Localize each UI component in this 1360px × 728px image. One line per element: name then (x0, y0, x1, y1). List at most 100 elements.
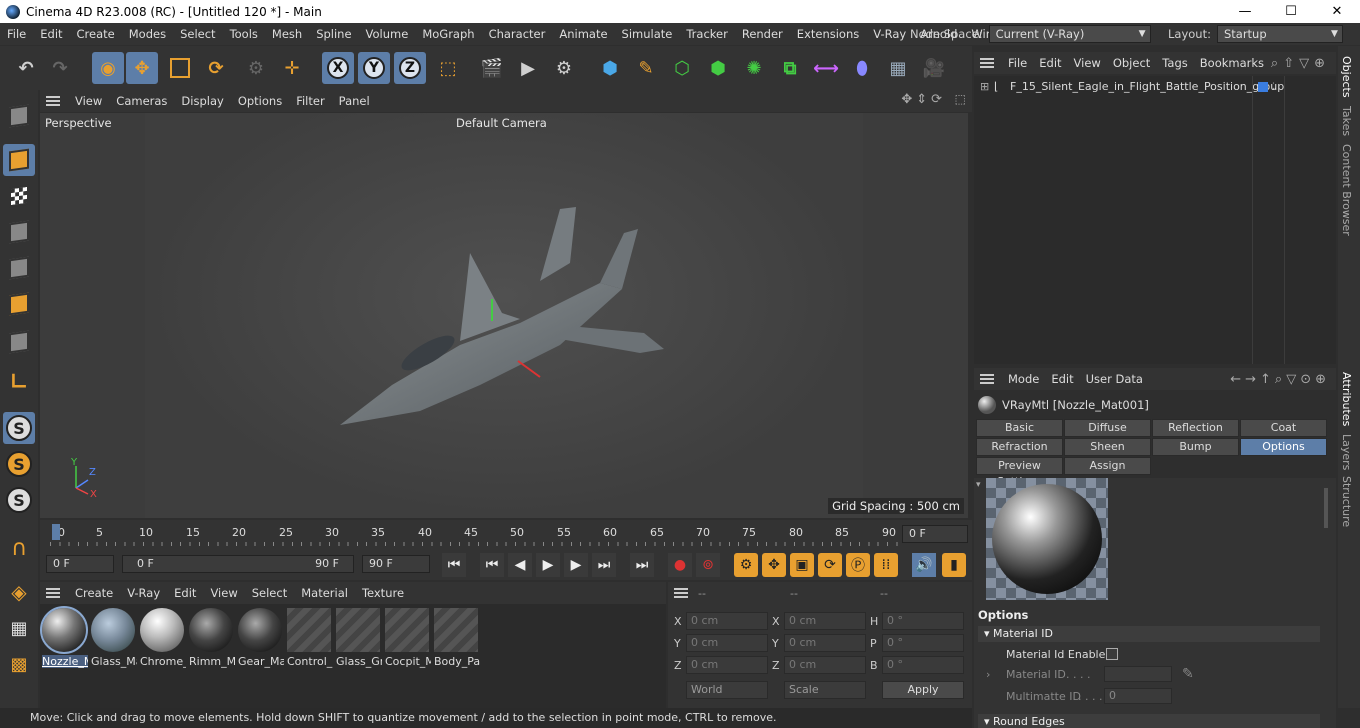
coordinate-mode-select[interactable]: Scale (784, 681, 866, 699)
material-swatch[interactable]: Gear_Ma (238, 608, 284, 670)
uv-mode-button[interactable] (3, 326, 35, 358)
texture-mode-button[interactable] (3, 180, 35, 212)
menu-vray[interactable]: V-Ray (866, 27, 913, 41)
tab-bump[interactable]: Bump (1152, 438, 1239, 456)
rotation-h-field[interactable]: 0 ° (882, 612, 964, 630)
obj-menu-object[interactable]: Object (1107, 56, 1156, 70)
live-selection-button[interactable]: ◉ (92, 52, 124, 84)
menu-mesh[interactable]: Mesh (265, 27, 309, 41)
obj-menu-bookmarks[interactable]: Bookmarks (1194, 56, 1270, 70)
mat-menu-select[interactable]: Select (245, 586, 294, 600)
edge-mode-button[interactable] (3, 252, 35, 284)
solo-button[interactable]: S (3, 412, 35, 444)
attribute-nav-icons[interactable]: ←→↑⌕▽⊙⊕ (1230, 372, 1330, 387)
subdivision-button[interactable]: ⬡ (666, 52, 698, 84)
menu-tools[interactable]: Tools (223, 27, 265, 41)
object-row[interactable]: ⊞ ⌊ F_15_Silent_Eagle_in_Flight_Battle_P… (974, 78, 1336, 96)
timeline-ruler[interactable]: 0 5 10 15 20 25 30 35 40 45 50 55 60 65 … (40, 520, 972, 548)
material-swatch[interactable]: Body_Pa (434, 608, 480, 670)
mat-menu-texture[interactable]: Texture (355, 586, 411, 600)
viewport-menu-icon[interactable] (46, 96, 60, 106)
mat-id-enabled-checkbox[interactable] (1106, 648, 1118, 660)
attribute-menu-icon[interactable] (980, 374, 994, 384)
key-scale-button[interactable]: ▣ (790, 553, 814, 577)
coordinate-tool-button[interactable]: ✛ (276, 52, 308, 84)
mat-menu-material[interactable]: Material (294, 586, 355, 600)
tab-takes[interactable]: Takes (1340, 106, 1353, 136)
tab-sheen[interactable]: Sheen (1064, 438, 1151, 456)
tab-objects[interactable]: Objects (1340, 56, 1353, 98)
undo-button[interactable]: ↶ (10, 52, 42, 84)
tab-diffuse[interactable]: Diffuse (1064, 419, 1151, 437)
menu-edit[interactable]: Edit (33, 27, 69, 41)
go-to-start-button[interactable]: ⏮ (442, 553, 466, 577)
tab-structure[interactable]: Structure (1340, 476, 1353, 527)
film-strip-button[interactable]: ▮ (942, 553, 966, 577)
material-menu-icon[interactable] (46, 588, 60, 598)
keyframe-selection-button[interactable]: ⚙ (734, 553, 758, 577)
make-editable-button[interactable] (3, 100, 35, 132)
menu-spline[interactable]: Spline (309, 27, 358, 41)
mat-menu-vray[interactable]: V-Ray (120, 586, 167, 600)
camera-button[interactable]: 🎥 (918, 52, 950, 84)
menu-simulate[interactable]: Simulate (615, 27, 680, 41)
x-axis-lock-button[interactable]: X (322, 52, 354, 84)
attribute-scrollbar[interactable] (1324, 488, 1328, 528)
coordinate-space-select[interactable]: World (686, 681, 768, 699)
viewport-nav-icons[interactable]: ✥⇕⟳ (901, 92, 946, 107)
model-mode-button[interactable] (3, 144, 35, 176)
viewport-menu-cameras[interactable]: Cameras (109, 94, 174, 108)
key-rotation-button[interactable]: ⟳ (818, 553, 842, 577)
mat-menu-create[interactable]: Create (68, 586, 120, 600)
y-axis-lock-button[interactable]: Y (358, 52, 390, 84)
eyedropper-icon[interactable]: ✎ (1182, 666, 1194, 682)
material-swatch[interactable]: Control_ (287, 608, 332, 670)
key-parameter-button[interactable]: Ⓟ (846, 553, 870, 577)
rotate-tool-button[interactable]: ⟳ (200, 52, 232, 84)
tab-attributes[interactable]: Attributes (1340, 372, 1353, 426)
viewport-menu-view[interactable]: View (68, 94, 109, 108)
object-manager-tool-icons[interactable]: ⌕⇧▽⊕ (1271, 56, 1330, 71)
move-tool-button[interactable]: ✥ (126, 52, 158, 84)
key-position-button[interactable]: ✥ (762, 553, 786, 577)
previous-key-button[interactable]: ⏮ (480, 553, 504, 577)
coordinates-menu-icon[interactable] (674, 588, 688, 598)
material-tag-icon[interactable] (1258, 82, 1268, 92)
expand-icon[interactable]: ⊞ (980, 78, 989, 96)
redo-button[interactable]: ↷ (44, 52, 76, 84)
preview-range-slider[interactable]: 0 F 90 F (122, 555, 354, 573)
mat-menu-edit[interactable]: Edit (167, 586, 203, 600)
mograph-cloner-button[interactable]: ✺ (738, 52, 770, 84)
multimatte-field[interactable]: 0 (1104, 688, 1172, 704)
visibility-dots-icon[interactable]: ⁚ (1272, 78, 1275, 96)
autokey-button[interactable]: ⊚ (696, 553, 720, 577)
minimize-button[interactable]: — (1222, 0, 1268, 23)
obj-menu-edit[interactable]: Edit (1033, 56, 1067, 70)
next-key-button[interactable]: ⏭ (592, 553, 616, 577)
z-axis-lock-button[interactable]: Z (394, 52, 426, 84)
snap-button[interactable]: ∩ (3, 532, 35, 564)
polygon-mode-button[interactable] (3, 288, 35, 320)
size-z-field[interactable]: 0 cm (784, 656, 866, 674)
object-menu-icon[interactable] (980, 58, 994, 68)
deformer-button[interactable]: ⟷ (810, 52, 842, 84)
tab-assign[interactable]: Assign (1064, 457, 1151, 475)
coordinate-system-button[interactable]: ⬚ (432, 52, 464, 84)
3d-viewport[interactable]: Perspective Default Camera Y Z X Grid Sp… (40, 113, 968, 518)
menu-animate[interactable]: Animate (552, 27, 614, 41)
play-button[interactable]: ▶ (536, 553, 560, 577)
expand-arrow-icon[interactable]: › (986, 668, 990, 681)
menu-file[interactable]: File (0, 27, 33, 41)
viewport-maximize-icon[interactable]: ⬚ (955, 92, 966, 106)
menu-tracker[interactable]: Tracker (679, 27, 735, 41)
material-swatch[interactable]: Cocpit_M (385, 608, 431, 670)
material-preview-large[interactable] (986, 478, 1108, 600)
tab-coat[interactable]: Coat (1240, 419, 1327, 437)
position-z-field[interactable]: 0 cm (686, 656, 768, 674)
layout-select[interactable]: Startup ▼ (1216, 25, 1343, 43)
mograph-fracture-button[interactable]: ⧉ (774, 52, 806, 84)
workplane-button[interactable]: ◈ (3, 576, 35, 608)
mat-menu-view[interactable]: View (203, 586, 244, 600)
solo-off-button[interactable]: S (3, 484, 35, 516)
group-round-edges[interactable]: ▾ Round Edges (978, 714, 1320, 728)
